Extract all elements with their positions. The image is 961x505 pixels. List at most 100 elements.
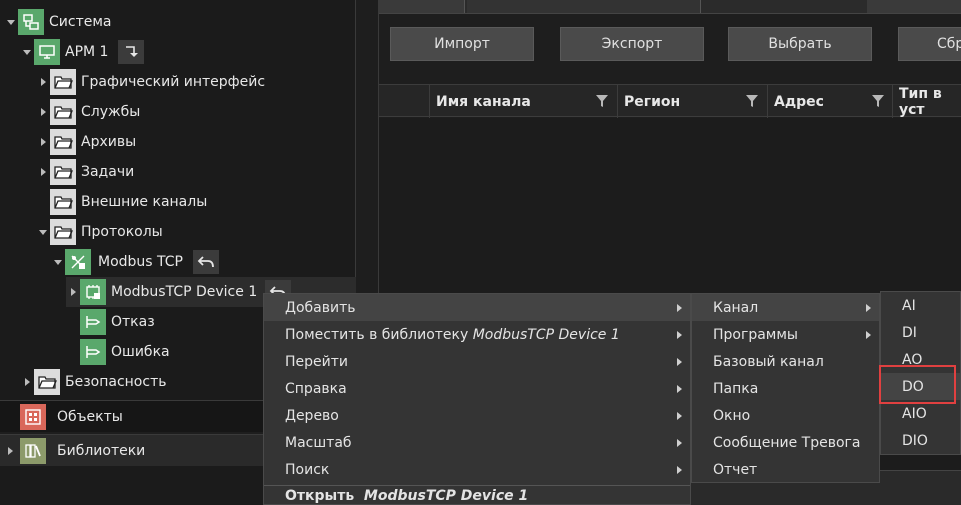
collapse-arrow-icon[interactable] <box>36 217 50 247</box>
menu-item-add-to-library[interactable]: Поместить в библиотеку ModbusTCP Device … <box>264 321 690 348</box>
menu-item-ai[interactable]: AI <box>881 292 960 319</box>
tab-strip <box>379 0 961 14</box>
folder-icon <box>34 369 60 395</box>
tree-item-external-channels[interactable]: Внешние каналы <box>36 187 207 217</box>
tree-item-label: Безопасность <box>65 374 167 390</box>
section-label: Объекты <box>57 408 123 425</box>
menu-item-alarm-message[interactable]: Сообщение Тревога <box>692 429 879 456</box>
tree-item-archives[interactable]: Архивы <box>36 127 136 157</box>
tree-item-label: АРМ 1 <box>65 44 109 60</box>
import-button[interactable]: Импорт <box>390 27 534 61</box>
tree-item-protocols[interactable]: Протоколы <box>36 217 163 247</box>
filter-icon[interactable] <box>871 94 885 112</box>
column-channel-name[interactable]: Имя канала <box>429 85 617 118</box>
protocol-icon <box>65 249 91 275</box>
tab-item[interactable] <box>867 0 961 13</box>
highlight-box <box>879 365 956 404</box>
submenu-arrow-icon <box>677 412 682 420</box>
objects-icon <box>20 403 46 430</box>
menu-item-tree[interactable]: Дерево <box>264 402 690 429</box>
export-button[interactable]: Экспорт <box>560 27 704 61</box>
tree-item-error[interactable]: Ошибка <box>66 337 170 367</box>
tree-item-label: Графический интерфейс <box>81 74 266 90</box>
library-icon <box>20 437 46 464</box>
folder-icon <box>50 69 76 95</box>
device-icon <box>80 279 106 305</box>
menu-item-window[interactable]: Окно <box>692 402 879 429</box>
folder-icon <box>50 99 76 125</box>
menu-item-help[interactable]: Справка <box>264 375 690 402</box>
menu-item-report[interactable]: Отчет <box>692 456 879 483</box>
workstation-icon <box>34 39 60 65</box>
tree-item-label: Службы <box>81 104 141 120</box>
expand-arrow-icon[interactable] <box>66 277 80 307</box>
tree-item-modbus-tcp[interactable]: Modbus TCP <box>51 247 219 277</box>
menu-item-add[interactable]: Добавить <box>264 294 690 321</box>
signal-icon <box>80 339 106 365</box>
expand-arrow-icon[interactable] <box>36 97 50 127</box>
menu-item-programs[interactable]: Программы <box>692 321 879 348</box>
tree-item-security[interactable]: Безопасность <box>20 367 166 397</box>
tree-item-label: ModbusTCP Device 1 <box>111 284 258 300</box>
tree-item-label: Архивы <box>81 134 137 150</box>
menu-item-zoom[interactable]: Масштаб <box>264 429 690 456</box>
grid-row-header <box>379 85 429 118</box>
expand-arrow-icon[interactable] <box>20 367 34 397</box>
tree-item-arm[interactable]: АРМ 1 <box>20 37 145 67</box>
menu-item-dio[interactable]: DIO <box>881 427 960 454</box>
menu-item-goto[interactable]: Перейти <box>264 348 690 375</box>
tree-item-label: Отказ <box>111 314 155 330</box>
filter-icon[interactable] <box>595 94 609 112</box>
collapse-arrow-icon[interactable] <box>20 37 34 67</box>
submenu-arrow-icon <box>866 331 871 339</box>
tree-item-tasks[interactable]: Задачи <box>36 157 134 187</box>
tab-item[interactable] <box>379 0 465 13</box>
reset-button[interactable]: Сбр <box>898 27 961 61</box>
folder-icon <box>50 159 76 185</box>
system-icon <box>18 9 44 35</box>
tree-item-label: Протоколы <box>81 224 163 240</box>
tree-item-failure[interactable]: Отказ <box>66 307 155 337</box>
download-arrow-icon[interactable] <box>118 40 145 64</box>
menu-item-aio[interactable]: AIO <box>881 400 960 427</box>
tree-item-system[interactable]: Система <box>4 7 111 37</box>
column-device-type[interactable]: Тип в уст <box>892 85 961 118</box>
menu-item-open[interactable]: Открыть ModbusTCP Device 1 <box>264 486 690 505</box>
collapse-arrow-icon[interactable] <box>51 247 65 277</box>
menu-item-folder[interactable]: Папка <box>692 375 879 402</box>
undo-arrow-icon[interactable] <box>192 250 219 274</box>
tree-item-services[interactable]: Службы <box>36 97 140 127</box>
submenu-arrow-icon <box>677 466 682 474</box>
submenu-arrow-icon <box>677 439 682 447</box>
tree-item-label: Система <box>49 14 112 30</box>
submenu-arrow-icon <box>677 385 682 393</box>
signal-icon <box>80 309 106 335</box>
expand-arrow-icon[interactable] <box>36 67 50 97</box>
context-menu: Добавить Поместить в библиотеку ModbusTC… <box>263 293 691 505</box>
select-button[interactable]: Выбрать <box>728 27 872 61</box>
filter-icon[interactable] <box>745 94 759 112</box>
add-submenu: Канал Программы Базовый канал Папка Окно… <box>691 293 880 483</box>
collapse-arrow-icon[interactable] <box>4 7 18 37</box>
expand-arrow-icon[interactable] <box>0 436 20 466</box>
menu-item-di[interactable]: DI <box>881 319 960 346</box>
menu-item-channel[interactable]: Канал <box>692 294 879 321</box>
expand-arrow-icon[interactable] <box>36 157 50 187</box>
tab-item[interactable] <box>467 0 701 13</box>
submenu-arrow-icon <box>677 304 682 312</box>
submenu-arrow-icon <box>677 331 682 339</box>
tree-item-label: Modbus TCP <box>98 254 183 270</box>
tree-item-label: Ошибка <box>111 344 170 360</box>
section-label: Библиотеки <box>57 442 146 459</box>
tree-item-label: Задачи <box>81 164 135 180</box>
tree-item-label: Внешние каналы <box>81 194 208 210</box>
menu-item-search[interactable]: Поиск <box>264 456 690 483</box>
submenu-arrow-icon <box>866 304 871 312</box>
tree-item-graphic-interface[interactable]: Графический интерфейс <box>36 67 265 97</box>
folder-icon <box>50 219 76 245</box>
folder-icon <box>50 189 76 215</box>
menu-item-base-channel[interactable]: Базовый канал <box>692 348 879 375</box>
expand-arrow-icon[interactable] <box>36 127 50 157</box>
folder-icon <box>50 129 76 155</box>
submenu-arrow-icon <box>677 358 682 366</box>
